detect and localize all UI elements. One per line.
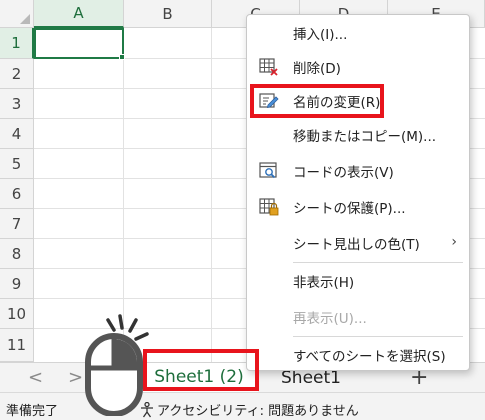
previous-sheet-button[interactable]: < [28, 367, 43, 388]
column-header-a[interactable]: A [34, 0, 124, 28]
row-header-7[interactable]: 7 [0, 209, 34, 239]
row-header-1[interactable]: 1 [0, 28, 34, 59]
menu-item-move-or-copy[interactable]: 移動またはコピー(M)... [247, 119, 469, 151]
menu-item-protect-sheet[interactable]: シートの保護(P)... [247, 191, 469, 223]
menu-item-unhide: 再表示(U)... [247, 301, 469, 333]
protect-sheet-icon [259, 198, 279, 216]
menu-item-hide[interactable]: 非表示(H) [247, 265, 469, 297]
select-all-corner[interactable] [0, 0, 34, 28]
row-header-10[interactable]: 10 [0, 299, 34, 329]
gridline [211, 28, 212, 362]
menu-item-tab-color[interactable]: シート見出しの色(T) › [247, 227, 469, 259]
menu-item-label: シート見出しの色(T) [293, 237, 420, 253]
menu-separator [293, 336, 463, 337]
menu-item-label: 非表示(H) [293, 275, 355, 291]
fill-handle[interactable] [119, 54, 125, 60]
menu-item-label: コードの表示(V) [293, 165, 394, 181]
right-click-mouse-icon [85, 314, 149, 416]
delete-sheet-icon [259, 58, 278, 76]
menu-item-label: 挿入(I)... [293, 27, 348, 43]
sheet-tab-context-menu: 挿入(I)... 削除(D) 名前の変更(R) 移動またはコピー(M)... コ… [246, 14, 470, 371]
next-sheet-button[interactable]: > [68, 367, 83, 388]
menu-item-label: すべてのシートを選択(S) [293, 349, 446, 365]
menu-item-label: シートの保護(P)... [293, 201, 406, 217]
menu-item-label: 再表示(U)... [293, 311, 367, 327]
menu-item-insert[interactable]: 挿入(I)... [247, 17, 469, 49]
rename-highlight-box [250, 84, 384, 118]
row-header-11[interactable]: 11 [0, 329, 34, 362]
status-bar: 準備完了 アクセシビリティ: 問題ありません [0, 392, 485, 420]
accessibility-status[interactable]: アクセシビリティ: 問題ありません [140, 400, 359, 419]
row-header-4[interactable]: 4 [0, 119, 34, 149]
chevron-right-icon: › [451, 234, 457, 250]
sheet-tab-label: Sheet1 [281, 368, 341, 388]
view-code-icon [259, 162, 277, 179]
active-cell-a1[interactable] [34, 28, 124, 59]
status-ready-text: 準備完了 [6, 404, 59, 419]
menu-item-view-code[interactable]: コードの表示(V) [247, 155, 469, 187]
row-header-9[interactable]: 9 [0, 269, 34, 299]
menu-item-label: 移動またはコピー(M)... [293, 129, 437, 145]
row-header-3[interactable]: 3 [0, 89, 34, 119]
sheet-tab-highlight-box [143, 349, 259, 391]
menu-item-delete[interactable]: 削除(D) [247, 51, 469, 83]
row-header-8[interactable]: 8 [0, 239, 34, 269]
column-header-b[interactable]: B [124, 0, 212, 28]
menu-item-label: 削除(D) [293, 61, 341, 77]
row-header-2[interactable]: 2 [0, 59, 34, 89]
row-header-6[interactable]: 6 [0, 179, 34, 209]
menu-item-select-all-sheets[interactable]: すべてのシートを選択(S) [247, 339, 469, 371]
accessibility-status-text: アクセシビリティ: 問題ありません [157, 404, 359, 419]
row-header-5[interactable]: 5 [0, 149, 34, 179]
menu-separator [293, 262, 463, 263]
